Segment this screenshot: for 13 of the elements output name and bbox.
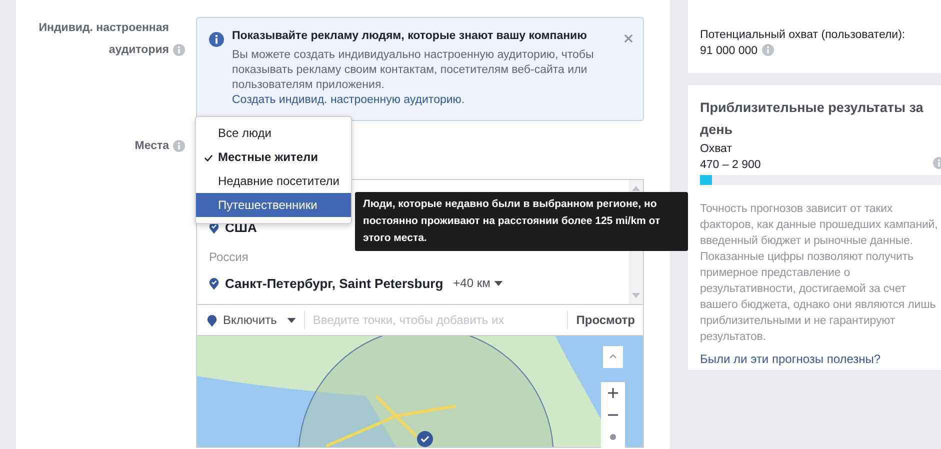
notice-title: Показывайте рекламу людям, которые знают вашу компанию — [232, 30, 588, 42]
estimate-note: Точность прогнозов зависит от таких факторов, как данные прошедших кампаний, введенный бюджет и рыночные данные. Показанные цифры позволяют получить примерное представление о результативности, достигаемой за счет вашего бюджета, однако они являются лишь приблизительными и не гарантируют результатов. — [700, 202, 939, 345]
reach-range: 470 – 2 900 — [700, 158, 761, 173]
location-name: Санкт-Петербург, Saint Petersburg — [225, 276, 444, 290]
field-label: Индивид. настроенная аудитория — [38, 21, 169, 58]
country-heading: Россия — [209, 249, 248, 266]
tooltip: Люди, которые недавно были в выбранном регионе, но постоянно проживают на расстоянии более 125 mi/km от этого места. — [355, 192, 688, 251]
field-label: Места — [134, 139, 169, 154]
reach-label: Потенциальный охват (пользователи): — [700, 28, 906, 43]
estimate-title: Приблизительные результаты за день — [700, 99, 924, 139]
notice-text: Вы можете создать индивидуально настроенную аудиторию, чтобы показывать рекламу своим контактам, посетителям веб-сайта или пользователям приложения. Создать индивид. настроенную аудиторию. — [232, 48, 595, 108]
reach-value: 91 000 000 — [700, 45, 758, 57]
metric-label: Охват — [700, 142, 733, 157]
